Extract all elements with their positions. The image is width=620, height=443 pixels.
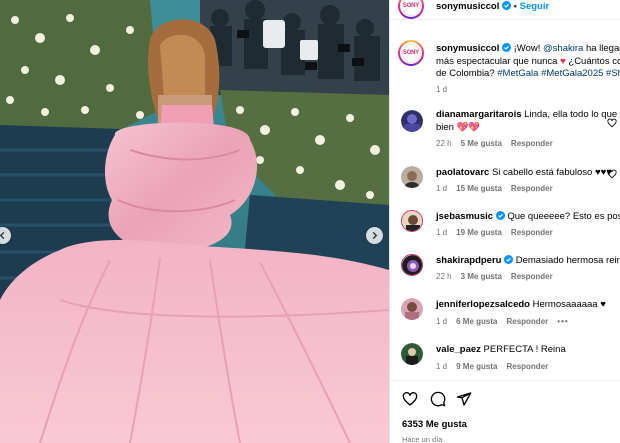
comment-avatar[interactable] <box>401 254 423 276</box>
comment-meta: 1 d 6 Me gusta Responder ••• <box>436 317 578 326</box>
comment-username[interactable]: paolatovarc <box>436 167 489 178</box>
reply-button[interactable]: Responder <box>506 317 548 326</box>
caption-line-1: sonymusiccol ¡Wow! @shakira ha llegado <box>436 43 620 56</box>
comment-text: Que queeeee? Esto es posible <box>507 211 620 222</box>
reply-button[interactable]: Responder <box>511 272 553 281</box>
comment-username[interactable]: jenniferlopezsalcedo <box>436 299 530 310</box>
caption-text-2: más espectacular que nunca <box>436 55 561 67</box>
follow-button[interactable]: Seguir <box>520 1 550 12</box>
comment-likes[interactable]: 5 Me gusta <box>461 139 502 148</box>
comment-age[interactable]: 1 d <box>436 362 447 371</box>
more-options-icon[interactable]: ••• <box>557 317 568 326</box>
chevron-right-icon[interactable] <box>366 227 383 244</box>
verified-badge-icon <box>502 43 511 52</box>
comment-username[interactable]: shakirapdperu <box>436 255 501 266</box>
verified-badge-icon <box>495 211 505 220</box>
caption-line-3: de Colombia? #MetGala #MetGala2025 #Shak <box>436 68 620 81</box>
comment-icon[interactable] <box>430 391 446 407</box>
comment-meta: 22 h 5 Me gusta Responder <box>436 139 562 148</box>
hashtag-links[interactable]: #MetGala #MetGala2025 #Shak <box>497 68 620 79</box>
caption-text-1: ¡Wow! <box>511 43 544 54</box>
comment-body: jenniferlopezsalcedo Hermosaaaaaa ♥ <box>436 299 606 312</box>
author-username[interactable]: sonymusiccol <box>436 1 499 12</box>
comment-username[interactable]: jsebasmusic <box>436 211 493 222</box>
comment-body: vale_paez PERFECTA ! Reina <box>436 344 566 357</box>
reply-button[interactable]: Responder <box>511 184 553 193</box>
verified-badge-icon <box>504 255 514 264</box>
comment-age[interactable]: 22 h <box>436 272 452 281</box>
comment-avatar[interactable] <box>401 110 423 132</box>
heart-icon[interactable] <box>402 391 418 407</box>
met-gala-photo <box>0 0 389 443</box>
likes-count[interactable]: 6353 Me gusta <box>402 419 467 430</box>
reply-button[interactable]: Responder <box>511 139 553 148</box>
comment-avatar[interactable] <box>401 210 423 232</box>
comment-text: Hermosaaaaaa ♥ <box>529 299 606 310</box>
comment-text: PERFECTA ! Reina <box>480 344 566 355</box>
comment-avatar[interactable] <box>401 343 423 365</box>
comment-likes[interactable]: 3 Me gusta <box>461 272 502 281</box>
caption-age[interactable]: 1 d <box>436 85 447 94</box>
comment-age[interactable]: 1 d <box>436 317 447 326</box>
comment-likes[interactable]: 6 Me gusta <box>456 317 497 326</box>
comment-meta: 1 d 9 Me gusta Responder <box>436 362 557 371</box>
comment-age[interactable]: 1 d <box>436 228 447 237</box>
caption-text-2b: ¿Cuántos co <box>565 55 620 67</box>
caption-avatar[interactable]: SONY <box>398 40 424 66</box>
comment-text: Linda, ella todo lo que se <box>521 109 620 120</box>
comment-likes[interactable]: 9 Me gusta <box>456 362 497 371</box>
comment-body: jsebasmusic Que queeeee? Esto es posible <box>436 211 620 224</box>
reply-button[interactable]: Responder <box>511 228 553 237</box>
reply-button[interactable]: Responder <box>506 362 548 371</box>
comment-body: paolatovarc Si cabello está fabuloso ♥♥♥ <box>436 167 612 180</box>
caption-line-2: más espectacular que nunca ♥ ¿Cuántos co <box>436 56 620 69</box>
comment-meta: 1 d 19 Me gusta Responder <box>436 228 562 237</box>
comment-username[interactable]: dianamargaritarois <box>436 109 522 120</box>
post-timestamp[interactable]: Hace un día <box>402 435 442 443</box>
post-photo[interactable] <box>0 0 389 443</box>
comment-age[interactable]: 1 d <box>436 184 447 193</box>
comment-text-2: bien 💖💖 <box>436 121 481 133</box>
share-icon[interactable] <box>456 391 472 407</box>
post-sidebar: SONY sonymusiccol • Seguir SONY sonymusi… <box>390 0 620 443</box>
comment-likes[interactable]: 19 Me gusta <box>456 228 502 237</box>
comment-meta: 1 d 15 Me gusta Responder <box>436 184 562 193</box>
comment-body: shakirapdperu Demasiado hermosa reina <box>436 255 620 268</box>
post-actions: 6353 Me gusta Hace un día <box>390 380 620 443</box>
comment-text: Si cabello está fabuloso ♥♥♥ <box>489 167 612 178</box>
comment-text: Demasiado hermosa reina <box>513 255 620 266</box>
caption-text-3: de Colombia? <box>436 68 498 79</box>
post-header: SONY sonymusiccol • Seguir <box>390 0 620 20</box>
caption-username[interactable]: sonymusiccol <box>436 43 499 54</box>
separator-dot: • <box>513 1 517 12</box>
caption-avatar-logo: SONY <box>402 50 420 56</box>
comment-heart-icon[interactable] <box>607 118 617 128</box>
comment-age[interactable]: 22 h <box>436 139 452 148</box>
mention-link[interactable]: @shakira <box>543 43 583 54</box>
post-author: sonymusiccol • Seguir <box>436 1 549 12</box>
comment-body: dianamargaritarois Linda, ella todo lo q… <box>436 109 620 134</box>
comment-meta: 22 h 3 Me gusta Responder <box>436 272 562 281</box>
avatar[interactable]: SONY <box>398 0 424 19</box>
verified-badge-icon <box>502 1 511 10</box>
comment-username[interactable]: vale_paez <box>436 344 481 355</box>
comment-avatar[interactable] <box>401 166 423 188</box>
avatar-logo: SONY <box>402 3 420 9</box>
comment-likes[interactable]: 15 Me gusta <box>456 184 502 193</box>
caption-text: sonymusiccol ¡Wow! @shakira ha llegado m… <box>436 43 620 81</box>
comment-avatar[interactable] <box>401 298 423 320</box>
comment-heart-icon[interactable] <box>607 169 617 179</box>
caption-text-1b: ha llegado <box>585 43 620 54</box>
